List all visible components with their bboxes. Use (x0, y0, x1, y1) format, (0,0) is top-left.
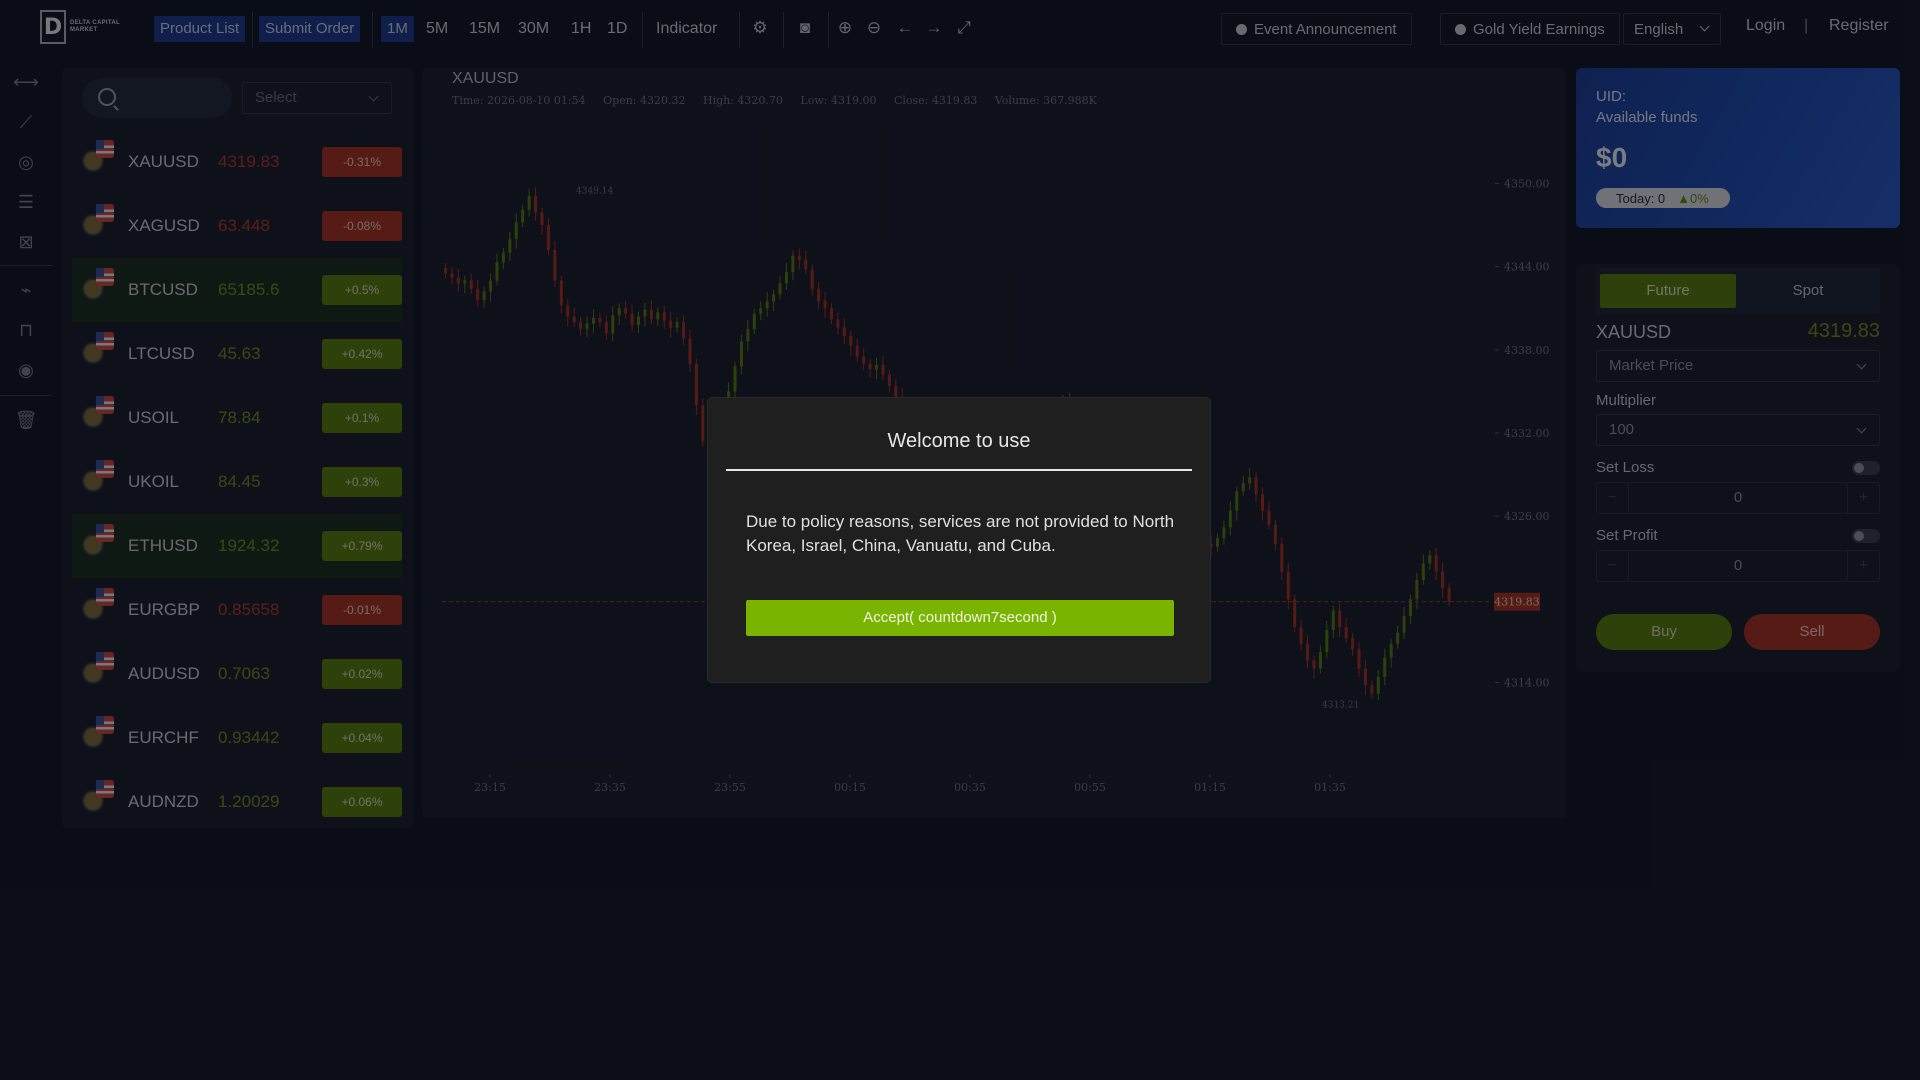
modal-title: Welcome to use (887, 430, 1031, 452)
modal-divider (726, 469, 1192, 471)
welcome-modal: Welcome to use Due to policy reasons, se… (708, 398, 1210, 682)
accept-button[interactable]: Accept( countdown7second ) (746, 600, 1174, 636)
modal-body-text: Due to policy reasons, services are not … (746, 512, 1175, 555)
trading-app: D DELTA CAPITAL MARKET Product List Subm… (0, 0, 1920, 1080)
